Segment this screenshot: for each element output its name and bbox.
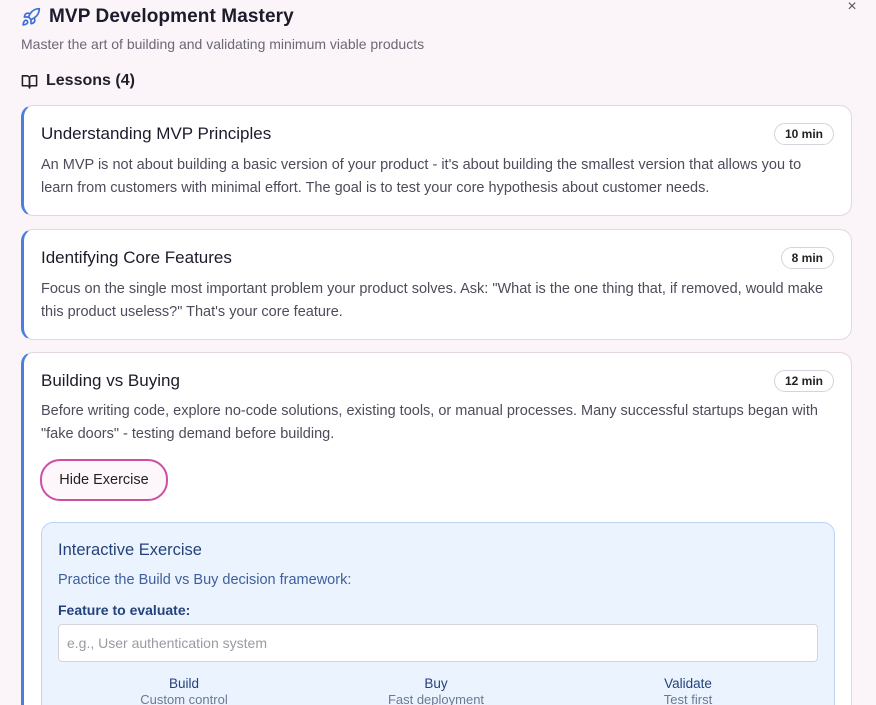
lesson-card[interactable]: Understanding MVP Principles 10 min An M… (21, 105, 852, 216)
lesson-title: Identifying Core Features (41, 248, 232, 267)
lesson-title: Understanding MVP Principles (41, 124, 272, 143)
exercise-title: Interactive Exercise (58, 541, 202, 559)
decision-options: Build Custom control Buy Fast deployment… (58, 676, 818, 705)
option-name: Build (168, 676, 200, 691)
option-subtitle: Test first (663, 692, 713, 705)
option-subtitle: Fast deployment (387, 692, 485, 705)
lesson-title: Building vs Buying (41, 371, 180, 390)
duration-badge: 8 min (780, 247, 834, 269)
lessons-heading: Lessons (4) (21, 72, 135, 90)
header: MVP Development Mastery Master the art o… (21, 6, 846, 52)
rocket-icon (22, 7, 41, 26)
option-subtitle: Custom control (140, 692, 228, 705)
lesson-card[interactable]: Building vs Buying 12 min Before writing… (21, 352, 852, 705)
lesson-text: An MVP is not about building a basic ver… (41, 157, 802, 196)
option-build[interactable]: Build Custom control (58, 676, 310, 705)
lessons-title: Lessons (4) (46, 72, 135, 89)
lesson-card[interactable]: Identifying Core Features 8 min Focus on… (21, 229, 852, 340)
option-name: Buy (424, 676, 448, 691)
interactive-exercise: Interactive Exercise Practice the Build … (41, 522, 835, 705)
duration-badge: 10 min (773, 123, 834, 145)
exercise-description: Practice the Build vs Buy decision frame… (58, 572, 352, 588)
lesson-text: Focus on the single most important probl… (41, 281, 824, 320)
option-validate[interactable]: Validate Test first (562, 676, 814, 705)
book-open-icon (21, 74, 38, 89)
duration-badge: 12 min (773, 370, 834, 392)
lesson-card-header: Identifying Core Features 8 min (41, 247, 834, 269)
lesson-card-header: Understanding MVP Principles 10 min (41, 123, 834, 145)
title-row: MVP Development Mastery (21, 6, 846, 28)
option-name: Validate (664, 676, 712, 691)
feature-label: Feature to evaluate: (58, 602, 191, 618)
option-buy[interactable]: Buy Fast deployment (310, 676, 562, 705)
page-title: MVP Development Mastery (49, 6, 294, 27)
feature-input[interactable] (58, 624, 818, 662)
hide-exercise-button[interactable]: Hide Exercise (40, 459, 168, 501)
lesson-text: Before writing code, explore no-code sol… (41, 403, 818, 442)
page-subtitle: Master the art of building and validatin… (21, 36, 425, 52)
lesson-card-header: Building vs Buying 12 min (41, 370, 834, 392)
